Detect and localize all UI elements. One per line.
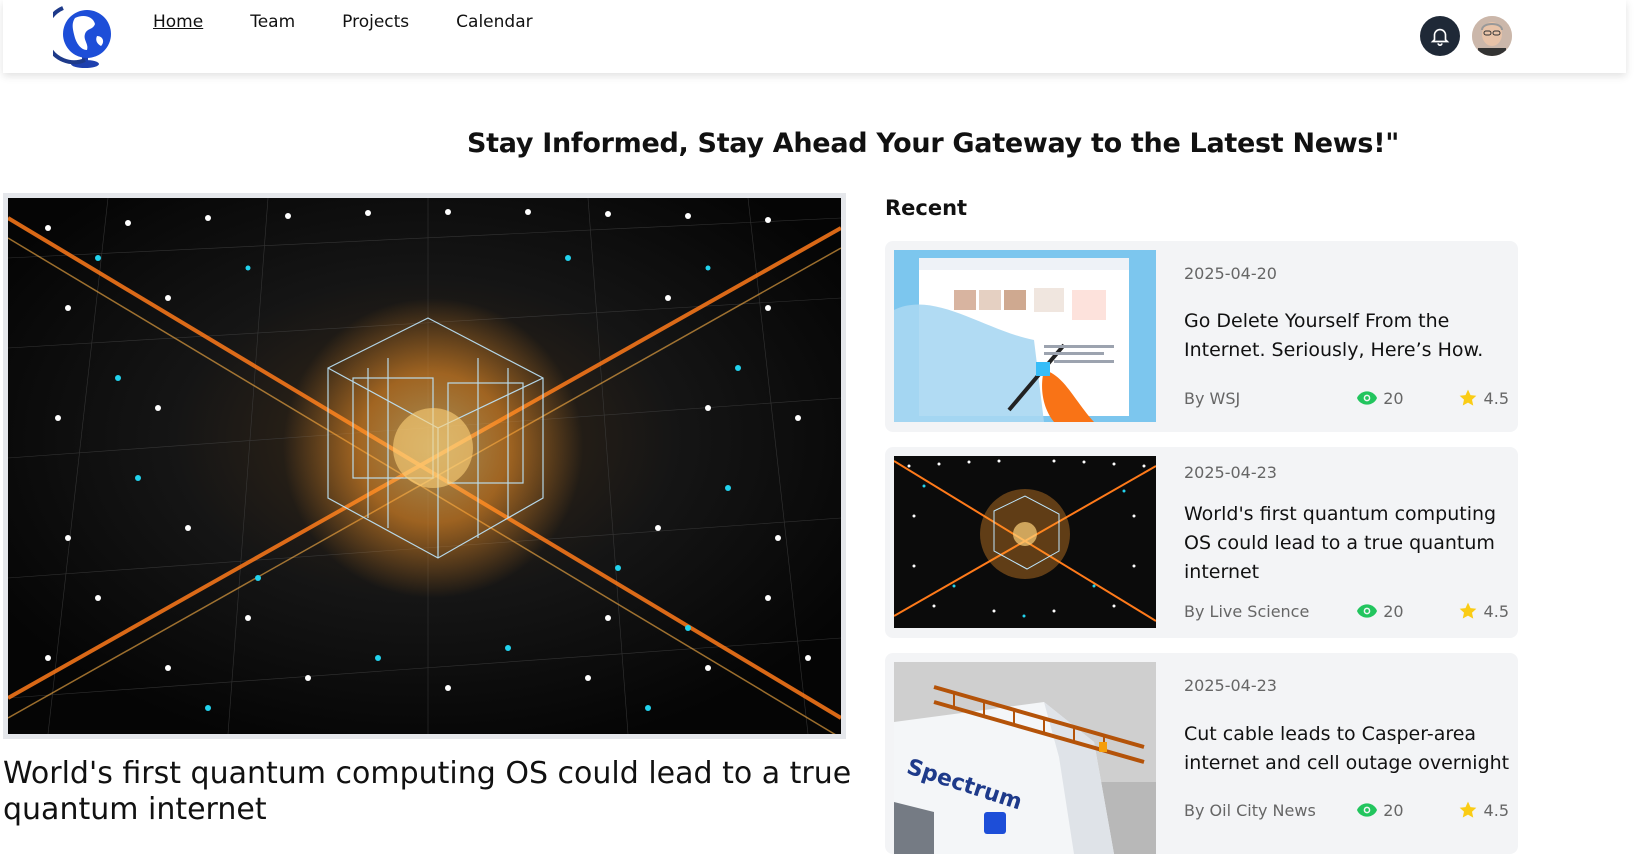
card-meta: By Oil City News 20 4.5 [1184,800,1509,820]
card-title[interactable]: Go Delete Yourself From the Internet. Se… [1184,307,1514,365]
hero-article-title[interactable]: World's first quantum computing OS could… [3,756,863,828]
hero-quantum-image [8,198,841,734]
card-meta: By WSJ 20 4.5 [1184,388,1509,408]
user-avatar[interactable] [1472,16,1512,56]
card-views-count: 20 [1383,601,1404,621]
card-thumbnail [894,250,1156,422]
recent-card[interactable]: 2025-04-23 World's first quantum computi… [885,447,1518,638]
star-icon [1459,602,1476,619]
card-rating: 4.5 [1458,601,1509,621]
globe-logo-icon[interactable] [43,0,117,72]
card-date: 2025-04-20 [1184,264,1277,283]
card-date: 2025-04-23 [1184,676,1277,695]
nav-projects[interactable]: Projects [342,10,409,34]
nav-calendar[interactable]: Calendar [456,10,532,34]
main-nav: Home Team Projects Calendar [153,10,580,34]
notification-bell-icon[interactable] [1420,16,1460,56]
card-date: 2025-04-23 [1184,463,1277,482]
card-views: 20 [1357,601,1404,621]
card-title[interactable]: World's first quantum computing OS could… [1184,500,1514,587]
card-rating: 4.5 [1458,388,1509,408]
card-rating: 4.5 [1458,800,1509,820]
recent-card[interactable]: Spectrum 2025-04-23 Cut cable leads to C… [885,653,1518,854]
eye-icon [1357,391,1378,405]
card-thumbnail [894,456,1156,628]
card-rating-value: 4.5 [1483,388,1509,408]
card-views: 20 [1357,388,1404,408]
card-thumbnail: Spectrum [894,662,1156,854]
card-views: 20 [1357,800,1404,820]
card-rating-value: 4.5 [1483,800,1509,820]
recent-heading: Recent [885,196,968,220]
hero-image-frame[interactable] [3,193,846,739]
nav-home[interactable]: Home [153,10,203,34]
card-author: By WSJ [1184,388,1241,408]
card-author: By Live Science [1184,601,1310,621]
eye-icon [1357,604,1378,618]
card-views-count: 20 [1383,800,1404,820]
star-icon [1459,389,1476,406]
page-headline: Stay Informed, Stay Ahead Your Gateway t… [467,128,1399,159]
card-rating-value: 4.5 [1483,601,1509,621]
eye-icon [1357,803,1378,817]
card-views-count: 20 [1383,388,1404,408]
card-meta: By Live Science 20 4.5 [1184,601,1509,621]
nav-team[interactable]: Team [250,10,295,34]
top-navbar: Home Team Projects Calendar [3,0,1626,73]
card-author: By Oil City News [1184,800,1316,820]
card-title[interactable]: Cut cable leads to Casper-area internet … [1184,720,1519,778]
star-icon [1459,801,1476,818]
recent-card[interactable]: 2025-04-20 Go Delete Yourself From the I… [885,241,1518,432]
